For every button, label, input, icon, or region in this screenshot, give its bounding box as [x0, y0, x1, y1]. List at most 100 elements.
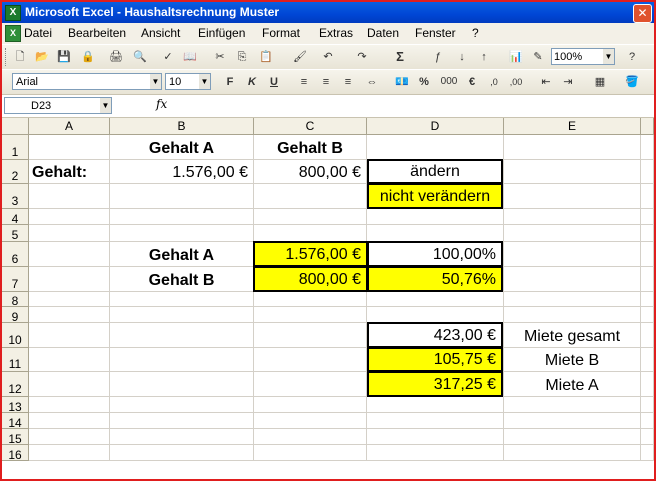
- chevron-down-icon[interactable]: ▼: [603, 49, 614, 64]
- spelling-icon[interactable]: ✓: [160, 49, 176, 65]
- column-header-a[interactable]: A: [29, 118, 110, 135]
- row-header-13[interactable]: 13: [2, 397, 29, 414]
- grid-cell[interactable]: [367, 209, 504, 225]
- row-header-10[interactable]: 10: [2, 323, 29, 348]
- cell-d11[interactable]: 105,75 €: [367, 347, 503, 372]
- grid-cell[interactable]: [254, 307, 367, 323]
- cell-b6[interactable]: Gehalt A: [110, 242, 254, 267]
- grid-cell[interactable]: [504, 307, 641, 323]
- select-all-corner[interactable]: [2, 118, 29, 135]
- grid-cell[interactable]: [504, 445, 641, 461]
- grid-cell[interactable]: [29, 413, 110, 429]
- save-icon[interactable]: 💾: [56, 49, 72, 65]
- grid-cell[interactable]: [367, 225, 504, 242]
- copy-icon[interactable]: ⎘: [234, 49, 250, 65]
- grid-cell[interactable]: [254, 225, 367, 242]
- grid-cell[interactable]: [254, 292, 367, 307]
- grid-cell[interactable]: [29, 323, 110, 348]
- grid-cell[interactable]: [367, 429, 504, 445]
- grid-cell[interactable]: [367, 307, 504, 323]
- grid-cell[interactable]: [504, 160, 641, 184]
- cell-c6[interactable]: 1.576,00 €: [253, 241, 368, 267]
- font-name-select[interactable]: Arial ▼: [12, 73, 162, 90]
- column-header-d[interactable]: D: [367, 118, 504, 135]
- grid-cell[interactable]: [110, 413, 254, 429]
- align-left-icon[interactable]: ≡: [296, 74, 312, 90]
- grid-cell[interactable]: [110, 209, 254, 225]
- decrease-decimal-icon[interactable]: ,00: [508, 74, 524, 90]
- grid-cell[interactable]: [29, 225, 110, 242]
- menu-einfuegen[interactable]: Einfügen: [198, 23, 245, 44]
- chevron-down-icon[interactable]: ▼: [150, 74, 161, 89]
- grid-cell[interactable]: [367, 397, 504, 413]
- name-box[interactable]: D23 ▼: [4, 97, 112, 114]
- percent-button[interactable]: %: [416, 74, 432, 90]
- menu-help[interactable]: ?: [472, 23, 479, 44]
- toolbar-grip[interactable]: [5, 48, 9, 66]
- menu-ansicht[interactable]: Ansicht: [141, 23, 180, 44]
- grid-cell[interactable]: [504, 225, 641, 242]
- menu-daten[interactable]: Daten: [367, 23, 399, 44]
- cell-c2[interactable]: 800,00 €: [254, 160, 367, 184]
- undo-icon[interactable]: ↶: [320, 49, 336, 65]
- cell-a2[interactable]: Gehalt:: [29, 160, 110, 184]
- grid-cell[interactable]: [504, 292, 641, 307]
- research-icon[interactable]: 📖: [182, 49, 198, 65]
- grid-cell[interactable]: [367, 445, 504, 461]
- row-header-1[interactable]: 1: [2, 135, 29, 160]
- grid-cell[interactable]: [110, 292, 254, 307]
- grid-cell[interactable]: [254, 397, 367, 413]
- grid-cell[interactable]: [367, 413, 504, 429]
- decrease-indent-icon[interactable]: ⇤: [538, 74, 554, 90]
- sort-descending-icon[interactable]: ↑: [476, 49, 492, 65]
- grid-cell[interactable]: [641, 242, 654, 267]
- grid-cell[interactable]: [641, 307, 654, 323]
- row-header-6[interactable]: 6: [2, 242, 29, 267]
- grid-cell[interactable]: [29, 372, 110, 397]
- row-header-12[interactable]: 12: [2, 372, 29, 397]
- menu-format[interactable]: Format: [262, 23, 300, 44]
- chevron-down-icon[interactable]: ▼: [100, 98, 111, 113]
- permission-icon[interactable]: 🔒: [80, 49, 96, 65]
- row-header-14[interactable]: 14: [2, 413, 29, 430]
- grid-cell[interactable]: [367, 292, 504, 307]
- drawing-icon[interactable]: ✎: [530, 49, 546, 65]
- cell-b2[interactable]: 1.576,00 €: [110, 160, 254, 184]
- row-header-9[interactable]: 9: [2, 307, 29, 324]
- borders-icon[interactable]: ▦: [592, 74, 608, 90]
- cell-b7[interactable]: Gehalt B: [110, 267, 254, 292]
- grid-cell[interactable]: [641, 292, 654, 307]
- grid-cell[interactable]: [641, 209, 654, 225]
- grid-cell[interactable]: [641, 184, 654, 209]
- grid-cell[interactable]: [254, 413, 367, 429]
- format-painter-icon[interactable]: 🖌: [292, 49, 308, 65]
- grid-cell[interactable]: [29, 184, 110, 209]
- row-header-5[interactable]: 5: [2, 225, 29, 242]
- cell-d12[interactable]: 317,25 €: [367, 371, 503, 397]
- increase-decimal-icon[interactable]: ,0: [486, 74, 502, 90]
- print-preview-icon[interactable]: 🔍: [132, 49, 148, 65]
- redo-icon[interactable]: ↷: [354, 49, 370, 65]
- grid-cell[interactable]: [504, 397, 641, 413]
- grid-cell[interactable]: [29, 397, 110, 413]
- grid-cell[interactable]: [254, 348, 367, 372]
- grid-cell[interactable]: [504, 242, 641, 267]
- grid-cell[interactable]: [641, 397, 654, 413]
- cell-e11[interactable]: Miete B: [504, 348, 641, 372]
- grid-cell[interactable]: [254, 323, 367, 348]
- grid-cell[interactable]: [641, 429, 654, 445]
- cell-e12[interactable]: Miete A: [504, 372, 641, 397]
- grid-cell[interactable]: [110, 348, 254, 372]
- insert-function-icon[interactable]: ƒ: [430, 49, 446, 65]
- grid-cell[interactable]: [641, 135, 654, 160]
- grid-cell[interactable]: [110, 429, 254, 445]
- grid-cell[interactable]: [641, 225, 654, 242]
- sort-ascending-icon[interactable]: ↓: [454, 49, 470, 65]
- grid-cell[interactable]: [504, 135, 641, 160]
- row-header-16[interactable]: 16: [2, 445, 29, 462]
- align-right-icon[interactable]: ≡: [340, 74, 356, 90]
- menu-datei[interactable]: Datei: [24, 23, 52, 44]
- cell-d6[interactable]: 100,00%: [367, 241, 503, 267]
- cut-icon[interactable]: ✂: [212, 49, 228, 65]
- bold-button[interactable]: F: [222, 74, 238, 90]
